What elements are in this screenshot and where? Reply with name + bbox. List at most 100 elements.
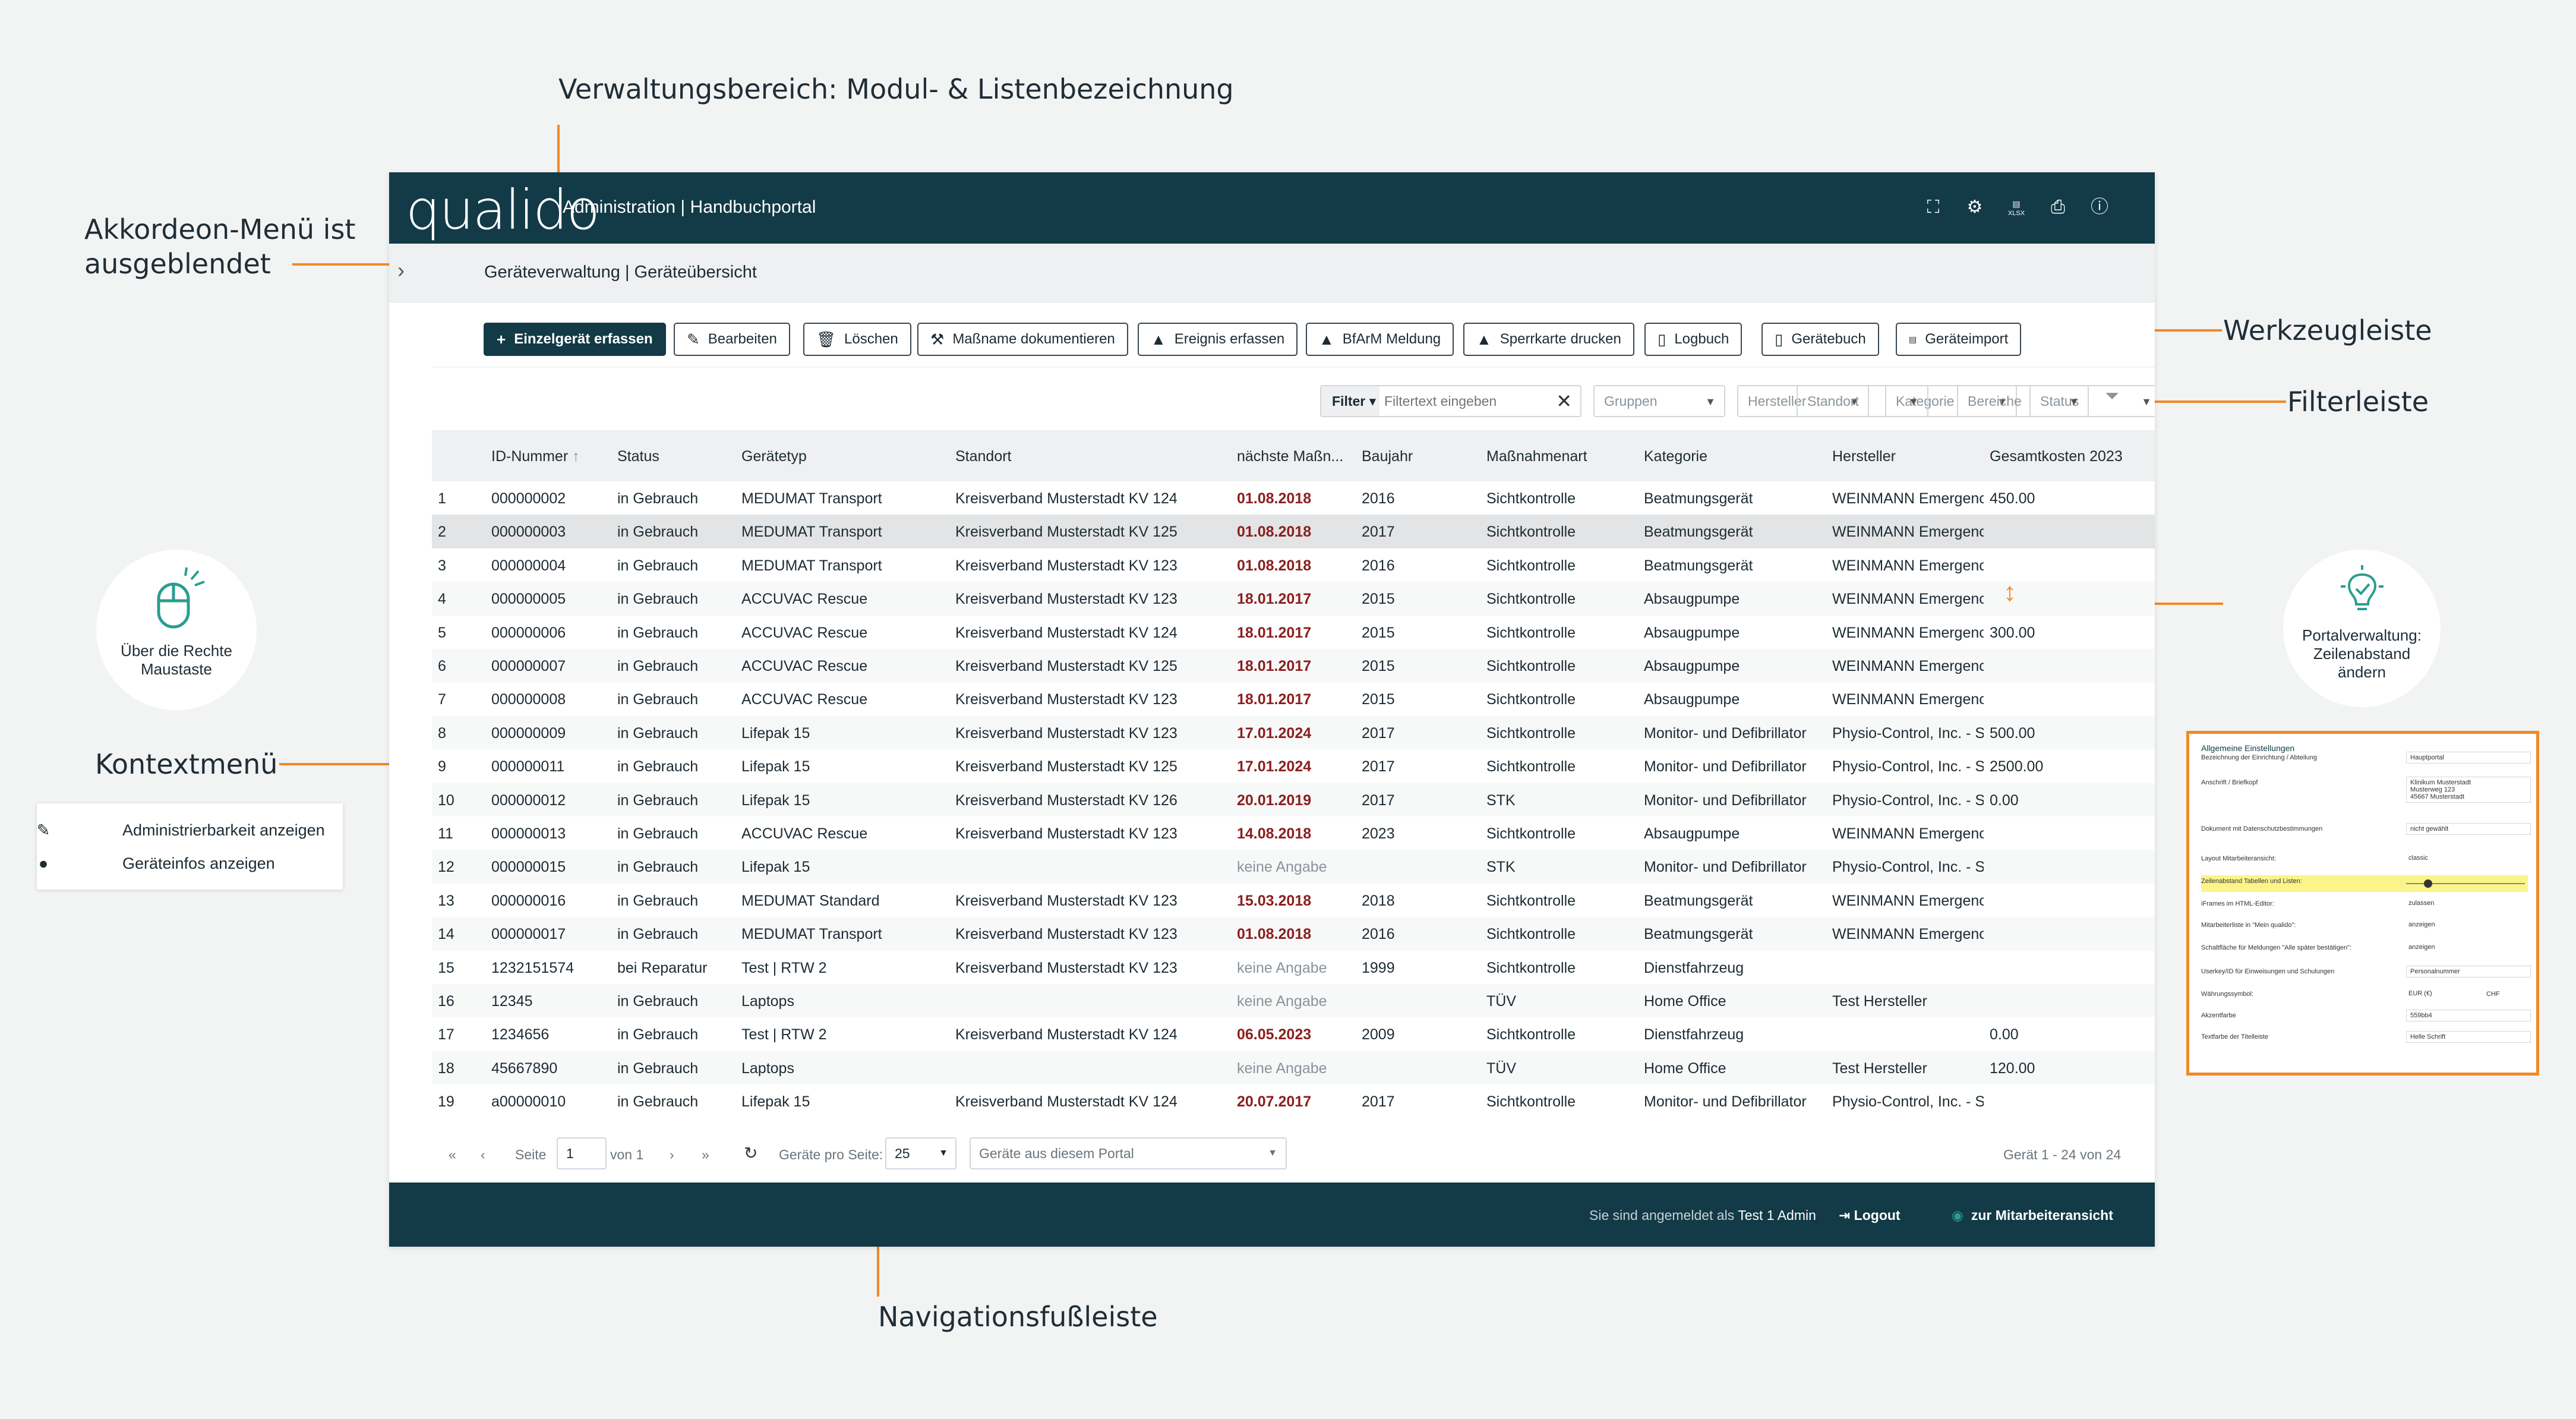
- col-measure-type[interactable]: Maßnahmenart: [1486, 448, 1587, 465]
- logged-in-user: Test 1 Admin: [1738, 1207, 1816, 1223]
- col-id[interactable]: ID-Nummer ↑: [491, 448, 580, 465]
- table-row[interactable]: 17 1234656 in Gebrauch Test | RTW 2 Kreisver…: [432, 1017, 2155, 1051]
- filter-groups-select[interactable]: Gruppen ▼: [1593, 385, 1725, 417]
- col-total-cost[interactable]: Gesamtkosten 2023: [1990, 448, 2123, 465]
- currency-chf-option[interactable]: CHF: [2486, 991, 2500, 998]
- settings-value[interactable]: 559bb4: [2406, 1010, 2531, 1021]
- logout-button[interactable]: ⇥ Logout: [1839, 1207, 1901, 1224]
- col-location[interactable]: Standort: [955, 448, 1012, 465]
- table-row[interactable]: 18 45667890 in Gebrauch Laptops keine Angabe…: [432, 1051, 2155, 1085]
- cell-next-measure: 20.07.2017: [1237, 1093, 1312, 1111]
- table-row[interactable]: 9 000000011 in Gebrauch Lifepak 15 Kreisverb…: [432, 749, 2155, 783]
- ctx-item-info[interactable]: ● Geräteinfos anzeigen: [39, 854, 275, 873]
- cell-year: 2018: [1362, 892, 1395, 909]
- settings-value[interactable]: Helle Schrift: [2406, 1031, 2531, 1043]
- table-row[interactable]: 2 000000003 in Gebrauch MEDUMAT Transport Kr…: [432, 515, 2155, 548]
- filter-groups-label: Gruppen: [1604, 393, 1658, 409]
- col-year[interactable]: Baujahr: [1362, 448, 1413, 465]
- col-category[interactable]: Kategorie: [1644, 448, 1707, 465]
- delete-button[interactable]: 🗑 Löschen: [803, 323, 911, 356]
- cell-id: 000000005: [491, 591, 566, 608]
- table-row[interactable]: 16 12345 in Gebrauch Laptops keine Angabe TÜV…: [432, 984, 2155, 1018]
- settings-value[interactable]: Hauptportal: [2406, 752, 2531, 764]
- cell-measure-type: TÜV: [1486, 1059, 1516, 1077]
- cell-year: 2017: [1362, 792, 1395, 809]
- filter-dropdown[interactable]: Filter ▾: [1321, 386, 1379, 416]
- cell-type: Laptops: [741, 993, 794, 1010]
- settings-value[interactable]: EUR (€): [2406, 988, 2531, 999]
- event-button[interactable]: ▲ Ereignis erfassen: [1138, 323, 1298, 356]
- table-row[interactable]: 6 000000007 in Gebrauch ACCUVAC Rescue Kreis…: [432, 649, 2155, 683]
- cell-total-cost: 120.00: [1990, 1059, 2035, 1077]
- row-number: 9: [438, 758, 446, 775]
- settings-value[interactable]: Personalnummer: [2406, 966, 2531, 977]
- table-row[interactable]: 4 000000005 in Gebrauch ACCUVAC Rescue Kreis…: [432, 582, 2155, 616]
- settings-icon[interactable]: ⚙: [1963, 196, 1986, 219]
- table-row[interactable]: 3 000000004 in Gebrauch MEDUMAT Transport Kr…: [432, 548, 2155, 582]
- filter-areas-select[interactable]: Bereiche ▼: [1957, 385, 2089, 417]
- settings-value[interactable]: zulassen: [2406, 898, 2531, 909]
- print-icon[interactable]: ⎙: [2047, 196, 2069, 219]
- new-device-button[interactable]: + Einzelgerät erfassen: [484, 323, 666, 356]
- caret-icon: ▼: [1908, 396, 1919, 408]
- col-manufacturer[interactable]: Hersteller: [1832, 448, 1896, 465]
- table-row[interactable]: 1 000000002 in Gebrauch MEDUMAT Transport Kr…: [432, 481, 2155, 515]
- devicebook-button[interactable]: ▯ Gerätebuch: [1761, 323, 1879, 356]
- cell-manufacturer: WEINMANN Emergenc: [1832, 490, 1984, 507]
- settings-value[interactable]: anzeigen: [2406, 942, 2531, 953]
- cell-status: in Gebrauch: [617, 524, 699, 541]
- table-row[interactable]: 12 000000015 in Gebrauch Lifepak 15 keine An…: [432, 850, 2155, 884]
- filter-text-input[interactable]: [1384, 393, 1551, 409]
- measure-button[interactable]: ⚒ Maßname dokumentieren: [917, 323, 1128, 356]
- xlsx-export-icon[interactable]: ▤ XLSX: [2005, 196, 2028, 219]
- first-page-icon[interactable]: «: [449, 1147, 456, 1163]
- prev-page-icon[interactable]: ‹: [481, 1147, 485, 1163]
- col-type[interactable]: Gerätetyp: [741, 448, 807, 465]
- logbook-button[interactable]: ▯ Logbuch: [1644, 323, 1742, 356]
- next-page-icon[interactable]: ›: [670, 1147, 674, 1163]
- per-page-select[interactable]: 25 ▼: [885, 1137, 956, 1169]
- cell-category: Home Office: [1644, 993, 1726, 1010]
- row-spacing-slider[interactable]: [2406, 879, 2525, 888]
- page-label: Seite: [515, 1147, 547, 1162]
- cell-measure-type: Sichtkontrolle: [1486, 490, 1576, 507]
- import-button[interactable]: ▤ Geräteimport: [1896, 323, 2022, 356]
- table-row[interactable]: 15 1232151574 bei Reparatur Test | RTW 2 Kre…: [432, 951, 2155, 984]
- col-next-measure[interactable]: nächste Maßn...: [1237, 448, 1350, 465]
- settings-value[interactable]: classic: [2406, 853, 2531, 863]
- settings-value[interactable]: nicht gewählt: [2406, 823, 2531, 835]
- cell-status: in Gebrauch: [617, 825, 699, 842]
- scan-icon[interactable]: ⛶: [1922, 196, 1944, 219]
- filter-location-select[interactable]: Standort ▼: [1797, 385, 1928, 417]
- ctx-item-admin[interactable]: ✎ Administrierbarkeit anzeigen: [37, 821, 325, 840]
- clear-filter-icon[interactable]: ✕: [1556, 390, 1572, 412]
- last-page-icon[interactable]: »: [702, 1147, 709, 1163]
- table-row[interactable]: 13 000000016 in Gebrauch MEDUMAT Standard Kr…: [432, 884, 2155, 917]
- col-status[interactable]: Status: [617, 448, 659, 465]
- page-input[interactable]: 1: [557, 1137, 607, 1169]
- cell-manufacturer: Physio-Control, Inc. - St: [1832, 859, 1984, 876]
- table-row[interactable]: 14 000000017 in Gebrauch MEDUMAT Transport K…: [432, 917, 2155, 951]
- settings-value[interactable]: Klinikum Musterstadt Musterweg 123 45667…: [2406, 777, 2531, 803]
- lockcard-button[interactable]: ▲ Sperrkarte drucken: [1463, 323, 1634, 356]
- scope-select[interactable]: Geräte aus diesem Portal ▼: [970, 1137, 1287, 1169]
- slider-knob[interactable]: [2424, 879, 2432, 888]
- accordion-toggle-icon[interactable]: ›: [397, 258, 405, 283]
- app-title: Administration | Handbuchportal: [563, 197, 816, 217]
- right-mouse-badge: Über die Rechte Maustaste: [96, 550, 257, 710]
- table-row[interactable]: 11 000000013 in Gebrauch ACCUVAC Rescue Krei…: [432, 816, 2155, 850]
- table-row[interactable]: 8 000000009 in Gebrauch Lifepak 15 Kreisverb…: [432, 715, 2155, 750]
- cell-year: 2015: [1362, 691, 1395, 708]
- table-row[interactable]: 5 000000006 in Gebrauch ACCUVAC Rescue Kreis…: [432, 616, 2155, 649]
- table-row[interactable]: 19 a00000010 in Gebrauch Lifepak 15 Kreisver…: [432, 1084, 2155, 1118]
- table-row[interactable]: 7 000000008 in Gebrauch ACCUVAC Rescue Kreis…: [432, 682, 2155, 715]
- employee-view-button[interactable]: ◉ zur Mitarbeiteransicht: [1952, 1207, 2113, 1224]
- bfarm-button[interactable]: ▲ BfArM Meldung: [1306, 323, 1454, 356]
- cell-location: Kreisverband Musterstadt KV 125: [955, 658, 1177, 674]
- refresh-icon[interactable]: ↻: [744, 1143, 757, 1163]
- settings-value[interactable]: anzeigen: [2406, 919, 2531, 930]
- edit-button[interactable]: ✎ Bearbeiten: [674, 323, 790, 356]
- help-icon[interactable]: ⓘ: [2088, 196, 2111, 219]
- filter-funnel-icon[interactable]: ⏷: [2105, 386, 2126, 408]
- table-row[interactable]: 10 000000012 in Gebrauch Lifepak 15 Kreisver…: [432, 783, 2155, 816]
